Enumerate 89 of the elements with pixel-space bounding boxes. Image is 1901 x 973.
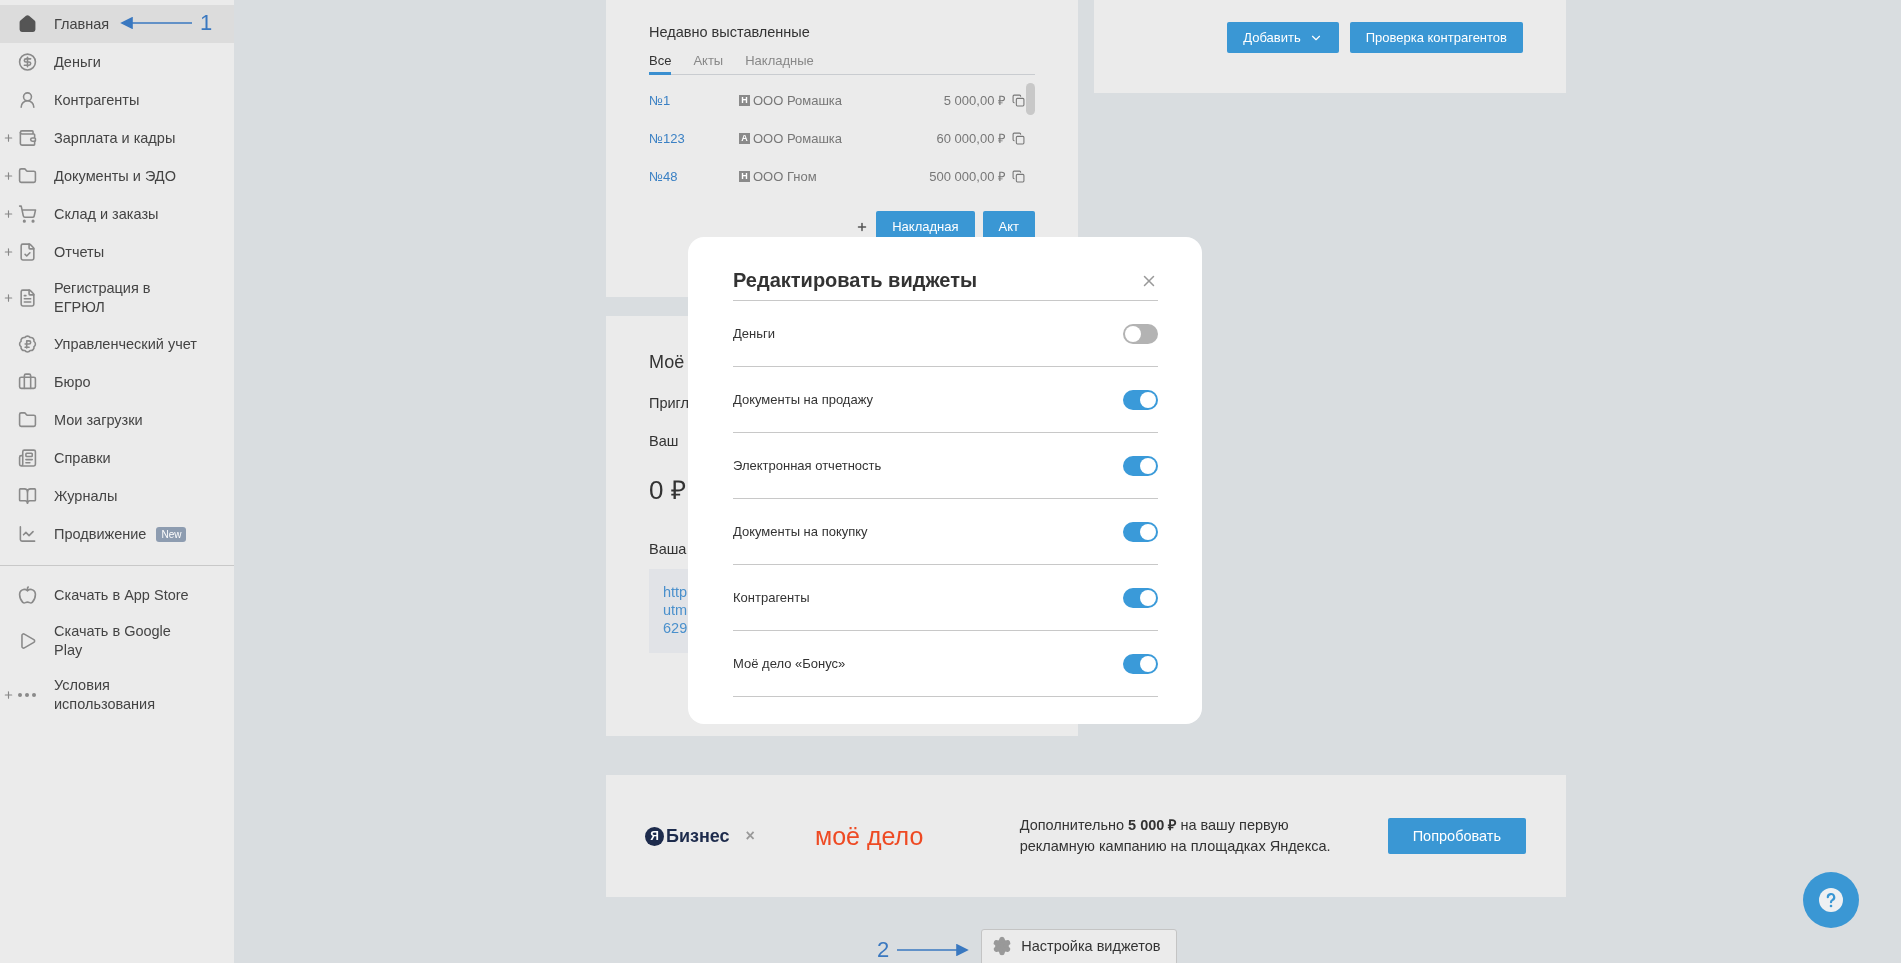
ellipsis-icon	[18, 693, 36, 697]
company-name: ООО Ромашка	[753, 130, 843, 146]
annotation-number: 2	[877, 937, 890, 963]
new-badge: New	[156, 526, 187, 542]
person-icon	[18, 90, 37, 110]
document-number-link[interactable]: №123	[649, 130, 739, 146]
partner-logo-mark: Я	[645, 826, 664, 846]
help-icon	[1819, 888, 1843, 912]
amount: 5 000,00 ₽	[943, 92, 1006, 109]
plus-icon	[3, 246, 14, 258]
scrollbar-thumb[interactable]	[1026, 83, 1035, 115]
sidebar-item[interactable]: Регистрация в ЕГРЮЛ	[0, 271, 234, 325]
widget-label: Документы на продажу	[733, 392, 874, 407]
card-text: Ваш	[649, 433, 679, 449]
copy-icon[interactable]	[1012, 93, 1025, 107]
plus-icon[interactable]	[856, 220, 869, 233]
sidebar-item[interactable]: Справки	[0, 439, 234, 477]
separator: ×	[745, 827, 755, 845]
company-name: ООО Гном	[753, 168, 817, 184]
sidebar-item[interactable]: Склад и заказы	[0, 195, 234, 233]
sidebar-item[interactable]: Продвижение New	[0, 515, 234, 553]
briefcase-icon	[18, 372, 37, 392]
sidebar-item[interactable]: Журналы	[0, 477, 234, 515]
company-name: ООО Ромашка	[753, 92, 843, 108]
wallet-icon	[18, 128, 37, 148]
folder-icon	[18, 166, 37, 186]
folder-icon	[18, 410, 37, 430]
sidebar-item[interactable]: Отчеты	[0, 233, 234, 271]
play-icon	[18, 631, 37, 651]
document-type-badge: Н	[739, 170, 750, 182]
toggle-switch[interactable]	[1123, 323, 1158, 344]
widget-label: Моё дело «Бонус»	[733, 656, 846, 671]
plus-icon	[3, 208, 14, 220]
card-title: Недавно выставленные	[649, 24, 811, 40]
plus-icon	[3, 170, 14, 182]
promo-text: Дополнительно 5 000 ₽ на вашу первую рекламную кампанию на площадках Яндекса.	[1019, 816, 1332, 856]
document-number-link[interactable]: №48	[649, 168, 739, 184]
newspaper-icon	[18, 448, 37, 468]
document-check-icon	[18, 242, 37, 262]
chart-icon	[18, 524, 37, 544]
sidebar-item[interactable]: Контрагенты	[0, 81, 234, 119]
sidebar-item[interactable]: Скачать в Google Play	[0, 614, 234, 668]
home-icon	[18, 14, 37, 34]
copy-icon[interactable]	[1012, 169, 1025, 183]
widget-label: Контрагенты	[733, 590, 810, 605]
coin-icon	[18, 52, 37, 72]
toggle-switch[interactable]	[1123, 455, 1158, 476]
widget-label: Электронная отчетность	[733, 458, 882, 473]
annotation-number: 1	[200, 10, 213, 36]
widget-label: Деньги	[733, 326, 775, 341]
widget-label: Документы на покупку	[733, 524, 868, 539]
sidebar-item[interactable]: Зарплата и кадры	[0, 119, 234, 157]
annotation-arrow	[120, 17, 192, 29]
document-icon	[18, 288, 37, 308]
brand-logo-text: моё дело	[814, 821, 924, 851]
document-number-link[interactable]: №1	[649, 92, 739, 108]
copy-icon[interactable]	[1012, 131, 1025, 145]
sidebar-item[interactable]: Документы и ЭДО	[0, 157, 234, 195]
toggle-switch[interactable]	[1123, 587, 1158, 608]
gear-icon	[992, 936, 1013, 956]
sidebar-item[interactable]: Бюро	[0, 363, 234, 401]
apple-icon	[18, 585, 37, 605]
amount: 500 000,00 ₽	[929, 168, 1006, 185]
balance: 0 ₽	[649, 474, 687, 507]
card-text: Пригл	[649, 395, 690, 411]
card-title: Моё	[649, 352, 686, 373]
sidebar-item[interactable]: Условия использования	[0, 668, 234, 722]
sidebar-item[interactable]: Мои загрузки	[0, 401, 234, 439]
dialog-title: Редактировать виджеты	[733, 269, 978, 292]
help-button[interactable]	[1803, 872, 1859, 928]
plus-icon	[3, 132, 14, 144]
document-type-badge: А	[739, 132, 750, 144]
sidebar-item[interactable]: Управленческий учет	[0, 325, 234, 363]
amount: 60 000,00 ₽	[936, 130, 1006, 147]
widget-settings-button[interactable]: Настройка виджетов	[981, 929, 1178, 963]
tab[interactable]: Все	[649, 50, 672, 75]
toggle-switch[interactable]	[1123, 521, 1158, 542]
toggle-switch[interactable]	[1123, 389, 1158, 410]
sidebar-item[interactable]: Деньги	[0, 43, 234, 81]
document-type-badge: Н	[739, 94, 750, 106]
card-text: Ваша	[649, 541, 687, 557]
partner-logo-text: Бизнес	[666, 825, 730, 847]
toggle-switch[interactable]	[1123, 653, 1158, 674]
plus-icon	[3, 689, 14, 701]
cart-icon	[18, 204, 37, 224]
plus-icon	[3, 292, 14, 304]
book-icon	[18, 486, 37, 506]
sidebar-item[interactable]: Скачать в App Store	[0, 576, 234, 614]
ruble-icon	[18, 334, 37, 354]
